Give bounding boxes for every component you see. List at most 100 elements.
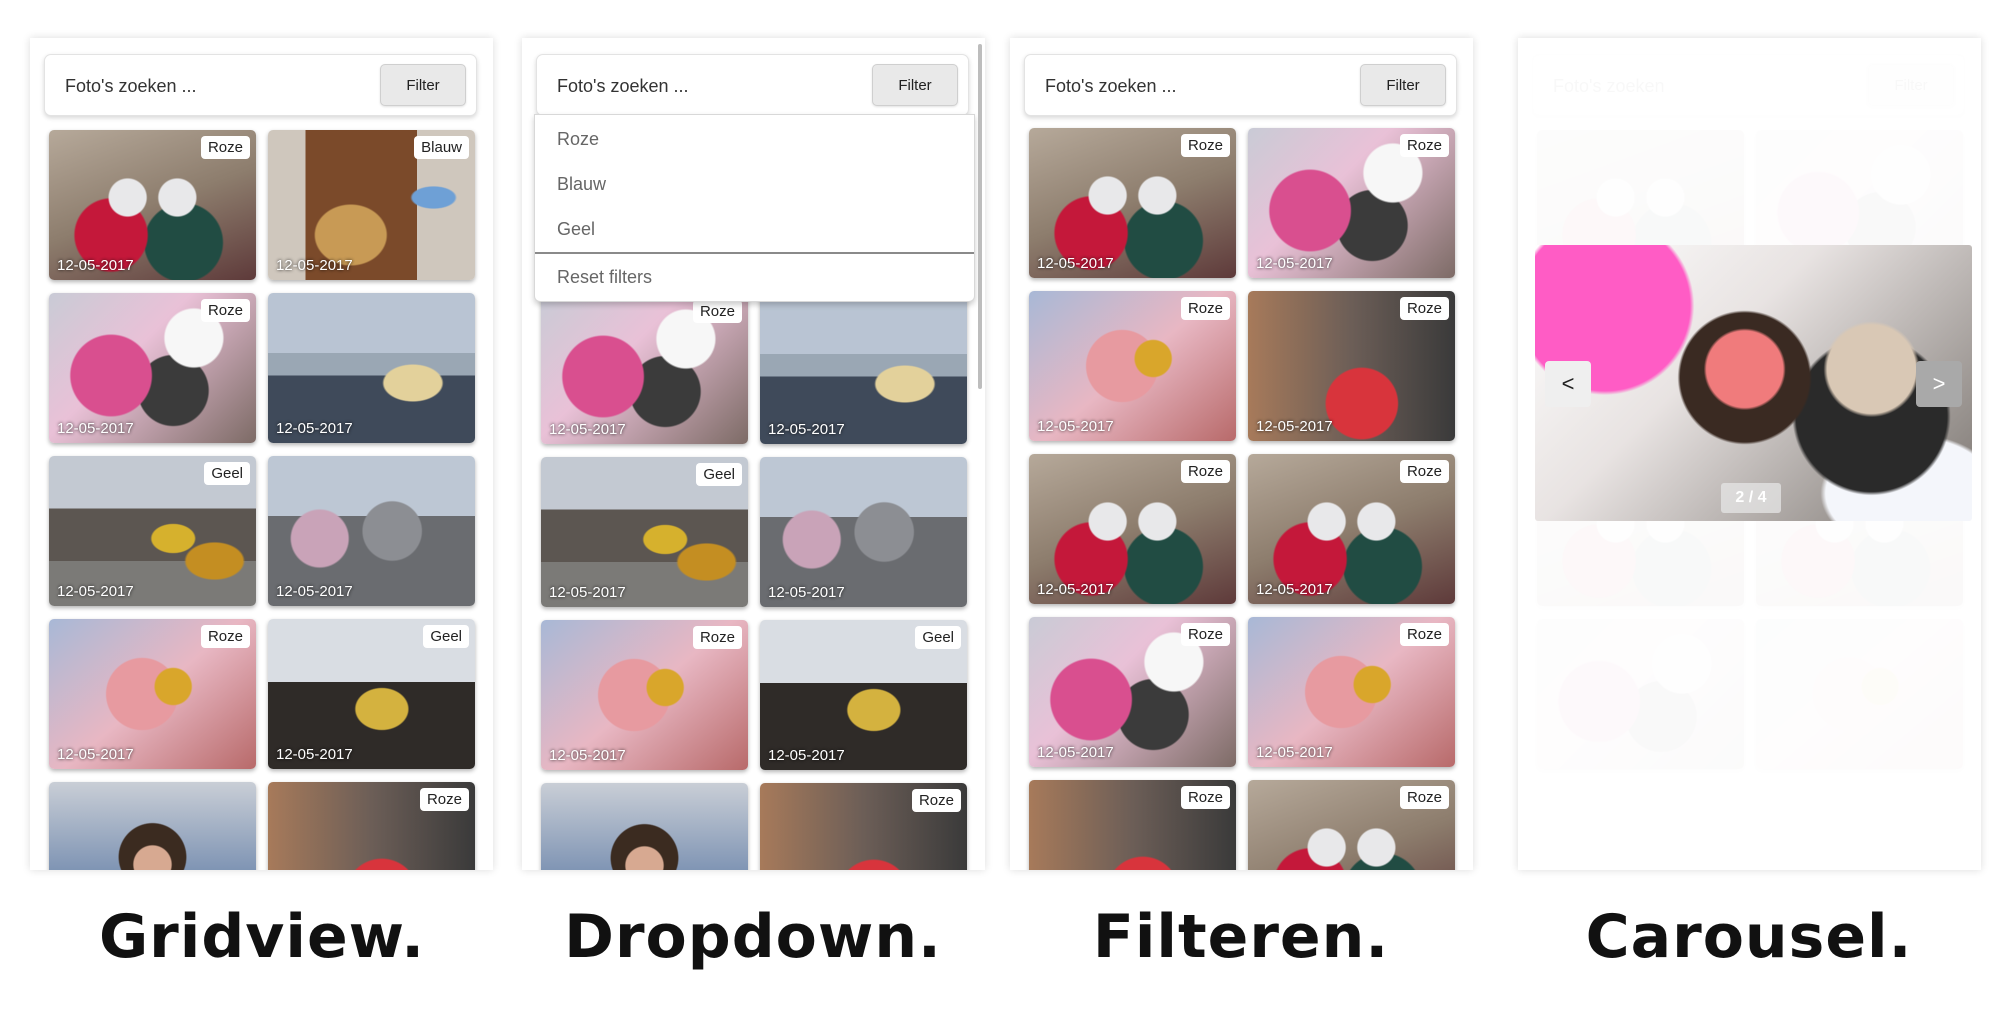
color-tag-badge: Roze: [1399, 297, 1449, 320]
photo-date: 12-05-2017: [1037, 581, 1114, 598]
photo-tile[interactable]: Blauw 12-05-2017: [268, 130, 475, 280]
photo-date: 12-05-2017: [1037, 255, 1114, 272]
carousel-panel: Filter < > 2 / 4: [1518, 38, 1981, 870]
photo-tile[interactable]: Geel 12-05-2017: [541, 457, 748, 607]
color-tag-badge: Roze: [1399, 623, 1449, 646]
photo-tile[interactable]: Roze 12-05-2017: [1248, 291, 1455, 441]
dropdown-panel: Filter Roze Blauw Geel Reset filters Roz…: [522, 38, 985, 870]
photo-tile[interactable]: [541, 783, 748, 870]
caption-carousel: Carousel.: [1585, 902, 1913, 972]
photo-date: 12-05-2017: [1256, 581, 1333, 598]
photo-grid: Roze 12-05-2017 Blauw 12-05-2017 Roze 12-05…: [49, 130, 475, 870]
photo-tile[interactable]: Roze: [760, 783, 967, 870]
search-input[interactable]: [1043, 55, 1347, 117]
menu-divider: [535, 252, 974, 254]
color-tag-badge: Geel: [423, 625, 469, 648]
photo-tile[interactable]: Roze 12-05-2017: [49, 293, 256, 443]
photo-grid: Roze 12-05-2017 12-05-2017 Geel 12-05-2017…: [541, 294, 967, 870]
caption-dropdown: Dropdown.: [564, 902, 942, 972]
photo-tile[interactable]: Roze 12-05-2017: [1248, 128, 1455, 278]
color-tag-badge: Roze: [200, 625, 250, 648]
photo-date: 12-05-2017: [1037, 418, 1114, 435]
photo-date: 12-05-2017: [57, 420, 134, 437]
photo-date: 12-05-2017: [768, 747, 845, 764]
search-bar: Filter: [536, 54, 969, 117]
filter-option-geel[interactable]: Geel: [535, 207, 974, 251]
color-tag-badge: Geel: [204, 462, 250, 485]
color-tag-badge: Roze: [1399, 134, 1449, 157]
photo-tile[interactable]: Roze 12-05-2017: [1029, 128, 1236, 278]
color-tag-badge: Roze: [200, 136, 250, 159]
photo-tile[interactable]: Roze: [1029, 780, 1236, 870]
filter-dropdown-menu: Roze Blauw Geel Reset filters: [534, 114, 975, 302]
photo-tile[interactable]: Roze 12-05-2017: [541, 620, 748, 770]
photo-date: 12-05-2017: [768, 584, 845, 601]
filter-button[interactable]: Filter: [1360, 64, 1446, 106]
photo-date: 12-05-2017: [276, 583, 353, 600]
photo-tile[interactable]: Roze 12-05-2017: [1029, 617, 1236, 767]
photo-date: 12-05-2017: [549, 584, 626, 601]
search-input[interactable]: [63, 55, 367, 117]
caption-filteren: Filteren.: [1092, 902, 1390, 972]
search-bar: Filter: [1024, 54, 1457, 117]
photo-date: 12-05-2017: [57, 746, 134, 763]
photo-tile[interactable]: Roze: [268, 782, 475, 870]
search-input[interactable]: [555, 55, 859, 117]
photo-tile[interactable]: Roze: [1248, 780, 1455, 870]
photo-tile[interactable]: Roze 12-05-2017: [1248, 454, 1455, 604]
color-tag-badge: Roze: [692, 626, 742, 649]
color-tag-badge: Roze: [200, 299, 250, 322]
reset-filters-item[interactable]: Reset filters: [535, 255, 974, 299]
photo-date: 12-05-2017: [1037, 744, 1114, 761]
filter-option-roze[interactable]: Roze: [535, 117, 974, 161]
photo-tile[interactable]: [49, 782, 256, 870]
color-tag-badge: Roze: [1180, 623, 1230, 646]
filter-button[interactable]: Filter: [380, 64, 466, 106]
photo-tile[interactable]: Roze 12-05-2017: [1248, 617, 1455, 767]
caption-gridview: Gridview.: [98, 902, 426, 972]
gridview-panel: Filter Roze 12-05-2017 Blauw 12-05-2017 Ro…: [30, 38, 493, 870]
photo-date: 12-05-2017: [276, 257, 353, 274]
color-tag-badge: Roze: [1180, 460, 1230, 483]
photo-tile[interactable]: Geel 12-05-2017: [49, 456, 256, 606]
photo-date: 12-05-2017: [57, 257, 134, 274]
photo-tile[interactable]: 12-05-2017: [760, 457, 967, 607]
slide-indicator: 2 / 4: [1721, 483, 1781, 513]
photo-tile[interactable]: Roze 12-05-2017: [1029, 291, 1236, 441]
photo-tile[interactable]: Roze 12-05-2017: [1029, 454, 1236, 604]
photo-tile[interactable]: 12-05-2017: [760, 294, 967, 444]
color-tag-badge: Roze: [419, 788, 469, 811]
photo-date: 12-05-2017: [276, 746, 353, 763]
photo-tile[interactable]: 12-05-2017: [268, 293, 475, 443]
photo-date: 12-05-2017: [1256, 744, 1333, 761]
color-tag-badge: Roze: [1399, 460, 1449, 483]
photo-tile[interactable]: Roze 12-05-2017: [49, 619, 256, 769]
photo-tile[interactable]: Roze 12-05-2017: [541, 294, 748, 444]
color-tag-badge: Roze: [1180, 297, 1230, 320]
carousel-prev-button[interactable]: <: [1545, 361, 1591, 407]
photo-date: 12-05-2017: [57, 583, 134, 600]
scrollbar[interactable]: [978, 44, 982, 389]
photo-tile[interactable]: Geel 12-05-2017: [760, 620, 967, 770]
filter-button[interactable]: Filter: [872, 64, 958, 106]
photo-date: 12-05-2017: [276, 420, 353, 437]
photo-date: 12-05-2017: [549, 747, 626, 764]
filteren-panel: Filter Roze 12-05-2017 Roze 12-05-2017 Roz…: [1010, 38, 1473, 870]
photo-tile[interactable]: 12-05-2017: [268, 456, 475, 606]
filter-option-blauw[interactable]: Blauw: [535, 162, 974, 206]
color-tag-badge: Roze: [1399, 786, 1449, 809]
carousel-next-button[interactable]: >: [1916, 361, 1962, 407]
color-tag-badge: Geel: [915, 626, 961, 649]
color-tag-badge: Roze: [911, 789, 961, 812]
photo-date: 12-05-2017: [549, 421, 626, 438]
color-tag-badge: Roze: [1180, 786, 1230, 809]
photo-grid: Roze 12-05-2017 Roze 12-05-2017 Roze 12-05-…: [1029, 128, 1455, 870]
color-tag-badge: Geel: [696, 463, 742, 486]
photo-tile[interactable]: Geel 12-05-2017: [268, 619, 475, 769]
search-bar: Filter: [44, 54, 477, 117]
color-tag-badge: Blauw: [414, 136, 469, 159]
photo-date: 12-05-2017: [1256, 255, 1333, 272]
color-tag-badge: Roze: [692, 300, 742, 323]
color-tag-badge: Roze: [1180, 134, 1230, 157]
photo-tile[interactable]: Roze 12-05-2017: [49, 130, 256, 280]
